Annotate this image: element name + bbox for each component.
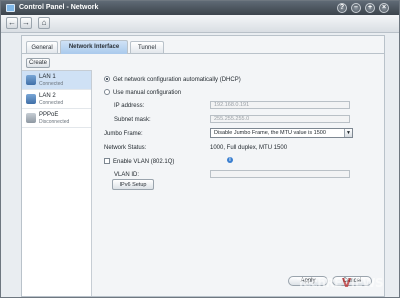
home-icon[interactable]: ⌂ — [38, 17, 50, 29]
vlan-option[interactable]: Enable VLAN (802.1Q) — [104, 158, 174, 166]
ethernet-icon — [26, 94, 36, 104]
manual-option[interactable]: Use manual configuration — [104, 89, 181, 97]
interface-status: Connected — [39, 81, 64, 87]
watermark-part1: TechRE — [297, 276, 342, 290]
watermark-logo: TechREVIEWS — [297, 276, 384, 290]
ip-label: IP address: — [114, 103, 145, 109]
network-status-label: Network Status: — [104, 145, 147, 151]
control-panel-icon — [6, 4, 15, 12]
minimize-button[interactable]: – — [351, 3, 361, 13]
vlan-id-label: VLAN ID: — [114, 172, 140, 178]
maximize-button[interactable]: + — [365, 3, 375, 13]
ip-address-field[interactable]: 192.168.0.191 — [210, 101, 350, 109]
jumbo-frame-select[interactable]: Disable Jumbo Frame, the MTU value is 15… — [210, 128, 353, 138]
interface-name: PPPoE — [39, 112, 59, 118]
interface-item-pppoe[interactable]: PPPoE Disconnected — [22, 109, 91, 128]
title-bar: Control Panel - Network ? – + × — [1, 1, 399, 15]
interface-status: Disconnected — [39, 119, 70, 125]
help-button[interactable]: ? — [337, 3, 347, 13]
create-button[interactable]: Create — [26, 58, 50, 68]
manual-label: Use manual configuration — [113, 90, 182, 96]
tab-network-interface[interactable]: Network Interface — [60, 40, 128, 54]
ipv6-setup-button[interactable]: IPv6 Setup — [112, 179, 154, 190]
subnet-mask-field[interactable]: 255.255.255.0 — [210, 115, 350, 123]
toolbar: ← → ⌂ — [1, 15, 399, 33]
watermark-part3: IEWS — [350, 276, 384, 290]
interface-name: LAN 1 — [39, 74, 56, 80]
info-icon[interactable]: i — [227, 157, 233, 163]
pppoe-icon — [26, 113, 36, 123]
network-status-value: 1000, Full duplex, MTU 1500 — [210, 145, 288, 151]
vlan-id-field[interactable] — [210, 170, 350, 178]
tab-bar: General Network Interface Tunnel — [22, 39, 384, 54]
interface-name: LAN 2 — [39, 93, 56, 99]
dhcp-option[interactable]: Get network configuration automatically … — [104, 76, 241, 84]
interface-list: LAN 1 Connected LAN 2 Connected PPPoE Di… — [22, 70, 92, 296]
subnet-label: Subnet mask: — [114, 117, 151, 123]
tab-tunnel[interactable]: Tunnel — [130, 41, 164, 53]
jumbo-frame-value: Disable Jumbo Frame, the MTU value is 15… — [214, 130, 326, 136]
vlan-label: Enable VLAN (802.1Q) — [113, 159, 175, 165]
interface-item-lan1[interactable]: LAN 1 Connected — [22, 71, 91, 90]
ethernet-icon — [26, 75, 36, 85]
window-title: Control Panel - Network — [19, 4, 99, 11]
watermark-part2: V — [341, 276, 351, 290]
control-panel-window: Control Panel - Network ? – + × ← → ⌂ Ge… — [0, 0, 400, 298]
dhcp-radio[interactable] — [104, 76, 110, 82]
tab-general[interactable]: General — [26, 41, 58, 53]
chevron-down-icon: ▼ — [344, 129, 352, 137]
vlan-checkbox[interactable] — [104, 158, 110, 164]
jumbo-label: Jumbo Frame: — [104, 131, 143, 137]
close-button[interactable]: × — [379, 3, 389, 13]
interface-item-lan2[interactable]: LAN 2 Connected — [22, 90, 91, 109]
manual-radio[interactable] — [104, 89, 110, 95]
dhcp-label: Get network configuration automatically … — [113, 77, 241, 83]
network-content-panel: General Network Interface Tunnel Create … — [21, 35, 385, 297]
forward-arrow-icon[interactable]: → — [20, 17, 32, 29]
back-arrow-icon[interactable]: ← — [6, 17, 18, 29]
interface-status: Connected — [39, 100, 64, 106]
